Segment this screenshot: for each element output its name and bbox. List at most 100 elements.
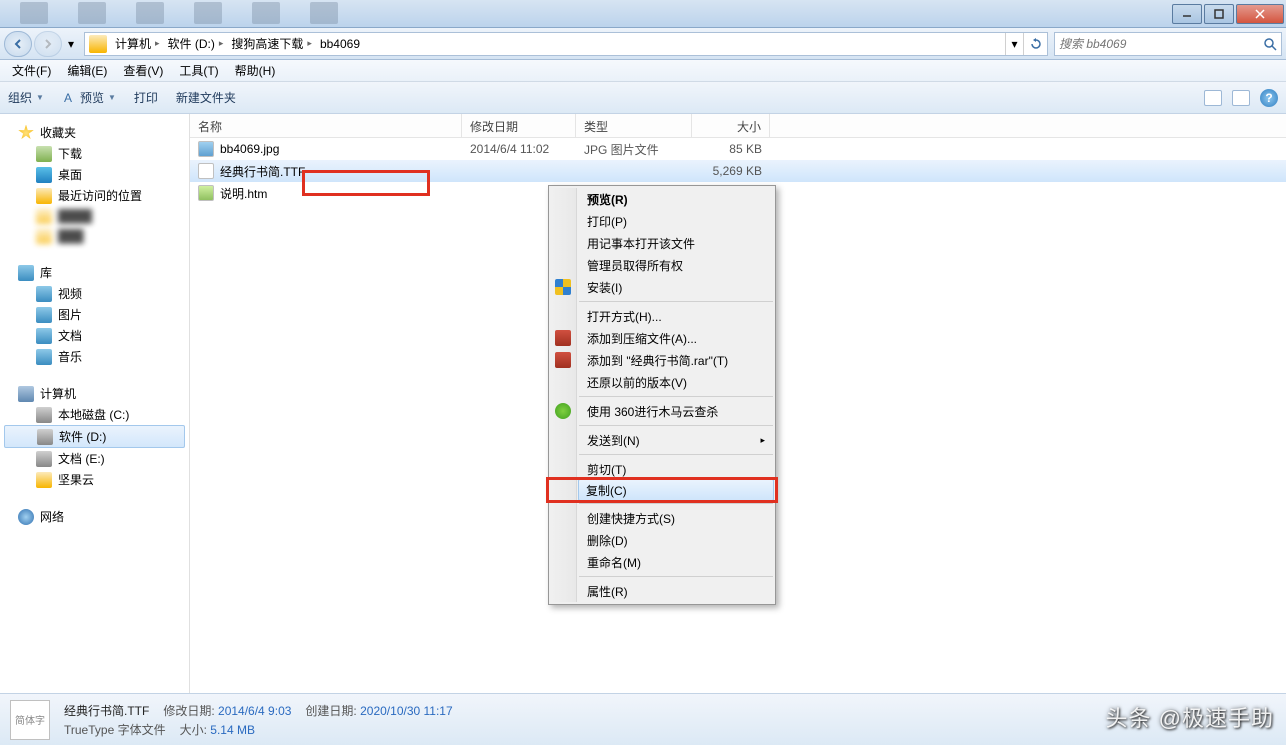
tb-preview[interactable]: A预览▼ (62, 89, 116, 106)
sb-libraries[interactable]: 库 (0, 262, 189, 283)
col-date[interactable]: 修改日期 (462, 114, 576, 137)
sb-videos[interactable]: 视频 (0, 283, 189, 304)
col-size[interactable]: 大小 (692, 114, 770, 137)
ctx-openwith[interactable]: 打开方式(H)... (579, 305, 773, 327)
sb-computer[interactable]: 计算机 (0, 383, 189, 404)
cloud-icon (36, 472, 52, 488)
sb-recent[interactable]: 最近访问的位置 (0, 185, 189, 206)
col-name[interactable]: 名称 (190, 114, 462, 137)
download-icon (36, 146, 52, 162)
ctx-print[interactable]: 打印(P) (579, 210, 773, 232)
sb-desktop[interactable]: 桌面 (0, 164, 189, 185)
ctx-delete[interactable]: 删除(D) (579, 529, 773, 551)
sb-blur1[interactable]: ████ (0, 206, 189, 226)
status-bar: 简体字 经典行书简.TTF 修改日期: 2014/6/4 9:03 创建日期: … (0, 693, 1286, 745)
file-row-selected[interactable]: 经典行书简.TTF 5,269 KB (190, 160, 1286, 182)
sb-favorites[interactable]: 收藏夹 (0, 122, 189, 143)
sb-downloads[interactable]: 下载 (0, 143, 189, 164)
recent-icon (36, 188, 52, 204)
font-icon: A (62, 91, 76, 105)
ttf-icon (198, 163, 214, 179)
picture-icon (36, 307, 52, 323)
sb-network[interactable]: 网络 (0, 506, 189, 527)
network-icon (18, 509, 34, 525)
preview-pane-icon[interactable] (1232, 90, 1250, 106)
window-controls (1172, 4, 1286, 24)
ctx-addarchive[interactable]: 添加到压缩文件(A)... (579, 327, 773, 349)
sb-music[interactable]: 音乐 (0, 346, 189, 367)
sb-drive-e[interactable]: 文档 (E:) (0, 448, 189, 469)
breadcrumb-computer[interactable]: 计算机▸ (111, 33, 164, 55)
sb-drive-d[interactable]: 软件 (D:) (4, 425, 185, 448)
forward-button[interactable] (34, 31, 62, 57)
file-row[interactable]: bb4069.jpg 2014/6/4 11:02 JPG 图片文件 85 KB (190, 138, 1286, 160)
ctx-properties[interactable]: 属性(R) (579, 580, 773, 602)
ctx-admin[interactable]: 管理员取得所有权 (579, 254, 773, 276)
address-dropdown[interactable]: ▾ (1005, 33, 1023, 55)
sb-drive-c[interactable]: 本地磁盘 (C:) (0, 404, 189, 425)
tb-organize[interactable]: 组织▼ (8, 89, 44, 106)
ctx-restore[interactable]: 还原以前的版本(V) (579, 371, 773, 393)
tb-print[interactable]: 打印 (134, 89, 158, 106)
breadcrumb-folder2[interactable]: bb4069 (316, 33, 364, 55)
toolbar: 组织▼ A预览▼ 打印 新建文件夹 ? (0, 82, 1286, 114)
sb-blur2[interactable]: ███ (0, 226, 189, 246)
doc-icon (36, 328, 52, 344)
folder-icon (89, 35, 107, 53)
back-button[interactable] (4, 31, 32, 57)
menu-edit[interactable]: 编辑(E) (59, 60, 115, 81)
refresh-button[interactable] (1023, 33, 1047, 55)
svg-text:A: A (64, 91, 72, 105)
maximize-button[interactable] (1204, 4, 1234, 24)
star-icon (18, 125, 34, 141)
sb-pictures[interactable]: 图片 (0, 304, 189, 325)
status-filename: 经典行书简.TTF (64, 702, 149, 719)
help-icon[interactable]: ? (1260, 89, 1278, 107)
jpg-icon (198, 141, 214, 157)
menubar: 文件(F) 编辑(E) 查看(V) 工具(T) 帮助(H) (0, 60, 1286, 82)
computer-icon (18, 386, 34, 402)
context-menu: 预览(R) 打印(P) 用记事本打开该文件 管理员取得所有权 安装(I) 打开方… (548, 185, 776, 605)
ctx-copy[interactable]: 复制(C) (578, 479, 774, 501)
view-options-icon[interactable] (1204, 90, 1222, 106)
ctx-install[interactable]: 安装(I) (579, 276, 773, 298)
sidebar: 收藏夹 下载 桌面 最近访问的位置 ████ ███ 库 视频 图片 文档 音乐… (0, 114, 190, 711)
sb-docs[interactable]: 文档 (0, 325, 189, 346)
titlebar (0, 0, 1286, 28)
menu-view[interactable]: 查看(V) (115, 60, 171, 81)
menu-file[interactable]: 文件(F) (4, 60, 59, 81)
drive-icon (37, 429, 53, 445)
shield-icon (555, 279, 571, 295)
breadcrumb-folder1[interactable]: 搜狗高速下载▸ (227, 33, 316, 55)
close-button[interactable] (1236, 4, 1284, 24)
ctx-rename[interactable]: 重命名(M) (579, 551, 773, 573)
search-input[interactable] (1059, 37, 1263, 51)
tb-newfolder[interactable]: 新建文件夹 (176, 89, 236, 106)
rar-icon (555, 330, 571, 346)
address-bar[interactable]: 计算机▸ 软件 (D:)▸ 搜狗高速下载▸ bb4069 ▾ (84, 32, 1048, 56)
menu-tools[interactable]: 工具(T) (171, 60, 226, 81)
ctx-addrar[interactable]: 添加到 "经典行书简.rar"(T) (579, 349, 773, 371)
ctx-preview[interactable]: 预览(R) (579, 188, 773, 210)
minimize-button[interactable] (1172, 4, 1202, 24)
navbar: ▾ 计算机▸ 软件 (D:)▸ 搜狗高速下载▸ bb4069 ▾ (0, 28, 1286, 60)
ctx-cut[interactable]: 剪切(T) (579, 458, 773, 480)
status-info: 经典行书简.TTF 修改日期: 2014/6/4 9:03 创建日期: 2020… (64, 702, 453, 738)
ctx-notepad[interactable]: 用记事本打开该文件 (579, 232, 773, 254)
drive-icon (36, 407, 52, 423)
ctx-sendto[interactable]: 发送到(N)▸ (579, 429, 773, 451)
sb-nutcloud[interactable]: 坚果云 (0, 469, 189, 490)
ctx-shortcut[interactable]: 创建快捷方式(S) (579, 507, 773, 529)
breadcrumb-drive[interactable]: 软件 (D:)▸ (164, 33, 228, 55)
htm-icon (198, 185, 214, 201)
column-headers: 名称 修改日期 类型 大小 (190, 114, 1286, 138)
music-icon (36, 349, 52, 365)
history-dropdown[interactable]: ▾ (64, 37, 78, 51)
menu-help[interactable]: 帮助(H) (227, 60, 284, 81)
ctx-360scan[interactable]: 使用 360进行木马云查杀 (579, 400, 773, 422)
rar-icon (555, 352, 571, 368)
search-icon (1263, 37, 1277, 51)
search-box[interactable] (1054, 32, 1282, 56)
watermark: 头条 @极速手助 (1106, 701, 1274, 733)
col-type[interactable]: 类型 (576, 114, 692, 137)
